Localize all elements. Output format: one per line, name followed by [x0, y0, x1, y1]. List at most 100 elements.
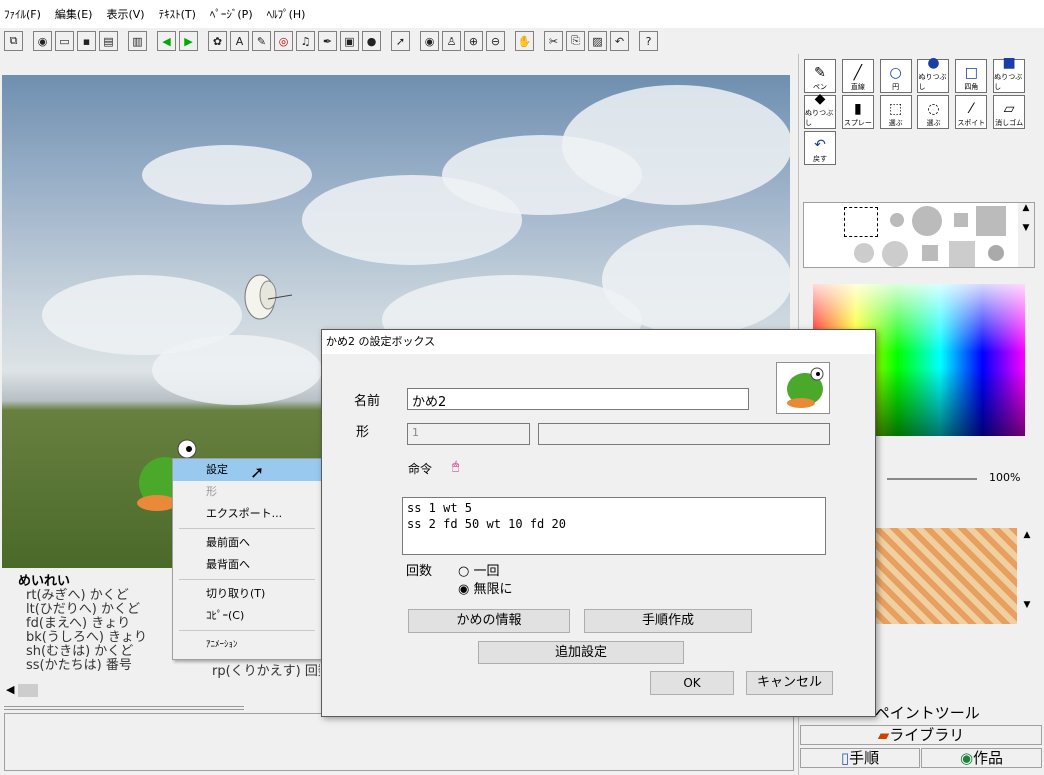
tab-work[interactable]: ◉作品: [921, 748, 1042, 768]
shape-label: 形: [356, 425, 370, 440]
create-procedure-button[interactable]: 手順作成: [584, 609, 752, 633]
menu-edit[interactable]: 編集(E): [55, 6, 93, 22]
brush-sizes[interactable]: ▲ ▼: [803, 202, 1035, 268]
scroll-thumb[interactable]: [18, 684, 38, 697]
draw-icon[interactable]: ✎: [252, 31, 271, 51]
scroll-left-icon[interactable]: ◀: [6, 683, 14, 696]
stop-icon[interactable]: ✋: [515, 31, 534, 51]
marquee-icon: ⬚: [889, 101, 903, 117]
menu-separator: [179, 579, 315, 580]
toolbar: ⧉ ◉ ▭ ▪ ▤ ▥ ◀ ▶ ✿ A ✎ ◎ ♫ ✒ ▣ ● ➚ ◉ ♙ ⊕ …: [0, 28, 1044, 54]
butterfly-sprite[interactable]: [240, 271, 296, 323]
menu-help[interactable]: ﾍﾙﾌﾟ(H): [267, 6, 306, 22]
rect-tool[interactable]: □ 四角: [955, 59, 988, 93]
undo-icon[interactable]: ↶: [610, 31, 629, 51]
menu-view[interactable]: 表示(V): [106, 6, 144, 22]
help-button[interactable]: ?: [639, 31, 658, 51]
ok-button[interactable]: OK: [650, 671, 734, 695]
message-pane: [4, 713, 794, 771]
text-icon[interactable]: A: [230, 31, 249, 51]
menu-item-export[interactable]: エクスポート...: [173, 503, 321, 525]
view-icon[interactable]: ◉: [420, 31, 439, 51]
fill-circle-tool[interactable]: ● ぬりつぶし: [917, 55, 950, 93]
turtle-info-button[interactable]: かめの情報: [408, 609, 570, 633]
eye-icon[interactable]: ◎: [274, 31, 293, 51]
bucket-icon: ◆: [814, 91, 826, 107]
eraser-tool[interactable]: ▱ 消しゴム: [993, 95, 1026, 129]
radio-selected-icon: ◉: [458, 582, 470, 597]
save-icon[interactable]: ▪: [77, 31, 96, 51]
music-icon[interactable]: ♫: [296, 31, 315, 51]
mouse-icon[interactable]: 🖱: [452, 459, 459, 474]
zoom-slider[interactable]: [887, 478, 977, 480]
undo-tool[interactable]: ↶ 戻す: [804, 131, 836, 165]
dialog-title: かめ2 の設定ボックス: [322, 330, 875, 354]
texture-scrollbar[interactable]: ▲ ▼: [1019, 528, 1035, 624]
copy-icon[interactable]: ⎘: [566, 31, 585, 51]
cancel-button[interactable]: キャンセル: [746, 671, 833, 695]
cloud: [142, 145, 312, 205]
arrow-right-icon[interactable]: ▶: [179, 31, 198, 51]
menu-item-animation[interactable]: ｱﾆﾒｰｼｮﾝ: [173, 634, 321, 656]
filled-square-icon: ■: [1002, 55, 1016, 71]
command-line: ss 2 fd 50 wt 10 fd 20: [407, 517, 566, 531]
select-tool[interactable]: ⬚ 選ぶ: [879, 95, 912, 129]
menu-item-cut[interactable]: 切り取り(T): [173, 583, 321, 605]
shape-name-field: [538, 423, 830, 445]
circle-tool[interactable]: ○ 円: [879, 59, 912, 93]
pen-tool[interactable]: ✎ ペン: [804, 59, 836, 93]
turtle-icon[interactable]: ✿: [208, 31, 227, 51]
paint-tools: ✎ ペン ╱ 直線 ○ 円 ● ぬりつぶし □ 四角 ■ ぬりつぶし ◆ ぬりつぶし ▮ スプレ…: [803, 55, 1033, 166]
open-folder-icon[interactable]: ▭: [55, 31, 74, 51]
menu-item-shape[interactable]: 形: [173, 481, 321, 503]
square-icon: □: [964, 65, 978, 81]
cut-icon[interactable]: ✂: [544, 31, 563, 51]
globe-icon[interactable]: ◉: [33, 31, 52, 51]
menu-bar: ﾌｧｲﾙ(F) 編集(E) 表示(V) ﾃｷｽﾄ(T) ﾍﾟｰｼﾞ(P) ﾍﾙﾌ…: [0, 0, 1044, 28]
brush-scrollbar[interactable]: ▲ ▼: [1018, 203, 1034, 267]
line-icon: ╱: [853, 65, 863, 81]
lasso-tool[interactable]: ◌ 選ぶ: [917, 95, 950, 129]
texture-list[interactable]: [875, 528, 1017, 624]
shape-input[interactable]: 1: [407, 423, 530, 445]
fill-tool[interactable]: ◆ ぬりつぶし: [804, 91, 836, 129]
sprite-preview[interactable]: [776, 362, 830, 414]
cloud: [562, 85, 790, 205]
print-icon[interactable]: ▤: [99, 31, 118, 51]
arrow-left-icon[interactable]: ◀: [157, 31, 176, 51]
menu-item-copy[interactable]: ｺﾋﾟｰ(C): [173, 605, 321, 627]
menu-page[interactable]: ﾍﾟｰｼﾞ(P): [210, 6, 253, 22]
ball-icon[interactable]: ●: [362, 31, 381, 51]
zoom-in-icon[interactable]: ⊕: [464, 31, 483, 51]
movie-icon[interactable]: ▣: [340, 31, 359, 51]
menu-file[interactable]: ﾌｧｲﾙ(F): [4, 6, 41, 22]
menu-item-send-back[interactable]: 最背面へ: [173, 554, 321, 576]
cursor-icon[interactable]: ➚: [391, 31, 410, 51]
zoom-out-icon[interactable]: ⊖: [486, 31, 505, 51]
tab-library[interactable]: ▰ライブラリ: [800, 725, 1042, 745]
name-input[interactable]: かめ2: [407, 388, 749, 410]
dropper-icon: ⁄: [970, 101, 973, 117]
menu-item-bring-front[interactable]: 最前面へ: [173, 532, 321, 554]
pen-icon[interactable]: ✒: [318, 31, 337, 51]
radio-infinite[interactable]: ◉ 無限に: [458, 578, 513, 597]
line-tool[interactable]: ╱ 直線: [841, 59, 874, 93]
dropper-tool[interactable]: ⁄ スポイト: [955, 95, 988, 129]
spray-tool[interactable]: ▮ スプレー: [841, 95, 874, 129]
spray-icon: ▮: [853, 101, 862, 117]
tab-procedure[interactable]: ▯手順: [800, 748, 920, 768]
menu-text[interactable]: ﾃｷｽﾄ(T): [159, 6, 196, 22]
restore-icon[interactable]: ⧉: [4, 31, 23, 51]
command-textarea[interactable]: ss 1 wt 5 ss 2 fd 50 wt 10 fd 20: [402, 497, 826, 555]
eraser-icon: ▱: [1003, 101, 1015, 117]
command-rp: rp(くりかえす) 回数: [212, 664, 320, 679]
extra-settings-button[interactable]: 追加設定: [478, 641, 684, 664]
menu-item-settings[interactable]: 設定: [173, 459, 321, 481]
radio-once[interactable]: ○ 一回: [458, 560, 500, 579]
fill-rect-tool[interactable]: ■ ぬりつぶし: [993, 55, 1026, 93]
stamp-icon[interactable]: ♙: [442, 31, 461, 51]
page-icon[interactable]: ▥: [128, 31, 147, 51]
paste-icon[interactable]: ▨: [588, 31, 607, 51]
lasso-icon: ◌: [927, 101, 940, 117]
menu-separator: [179, 630, 315, 631]
